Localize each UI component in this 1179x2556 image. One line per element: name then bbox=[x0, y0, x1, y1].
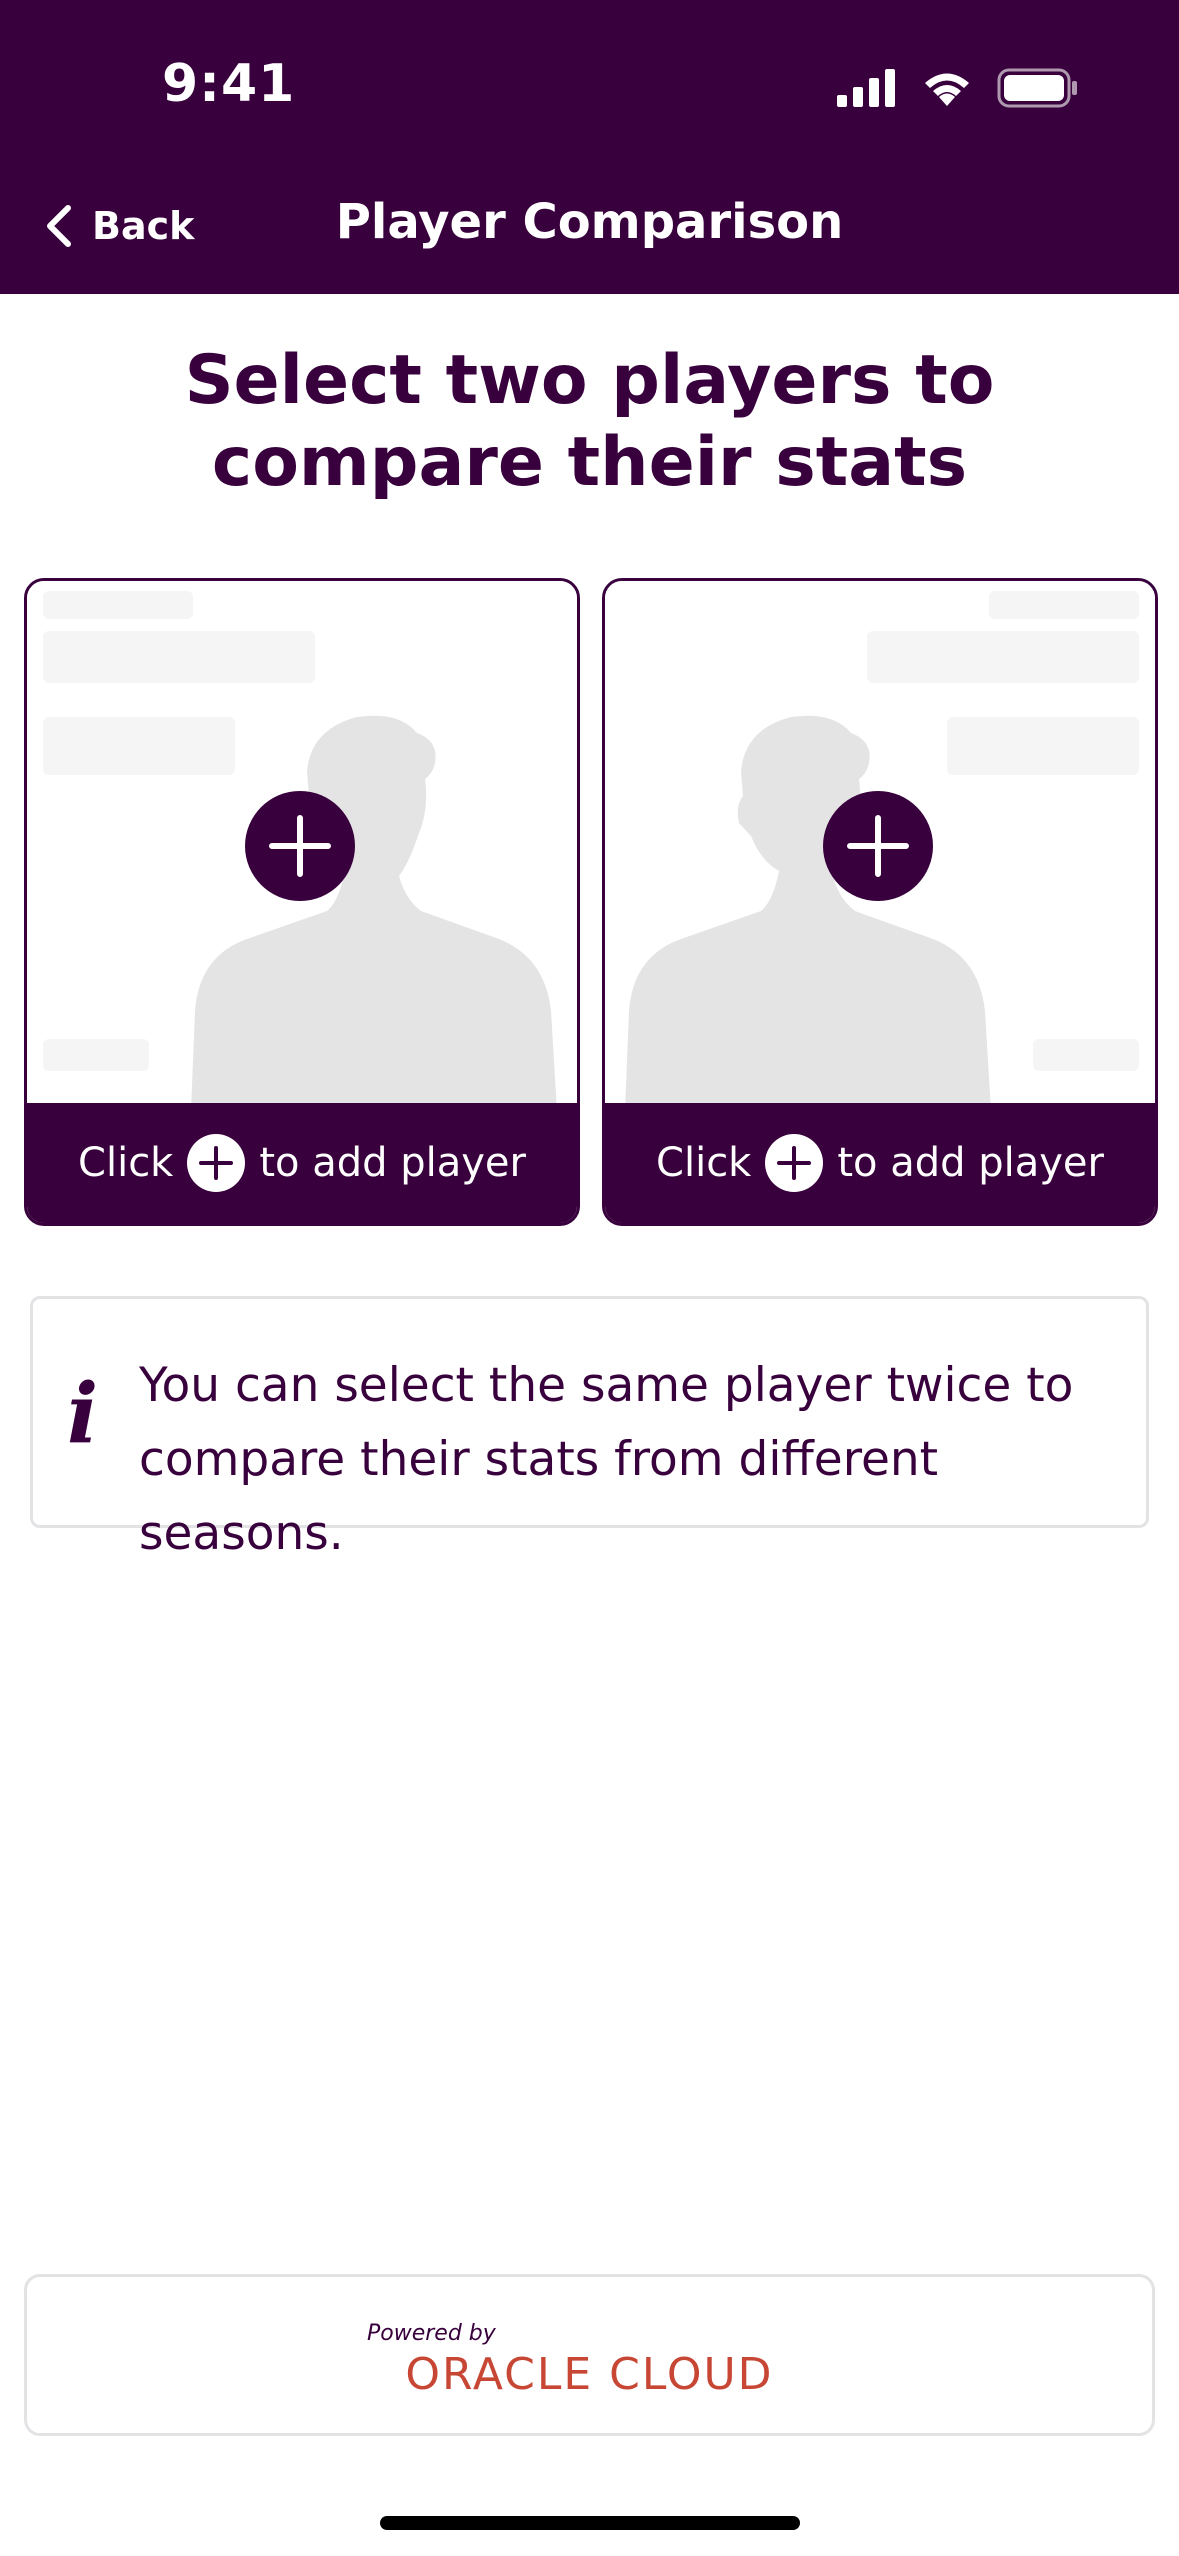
click-label: Click bbox=[78, 1140, 174, 1186]
app-header: 9:41 Back Player Comparison bbox=[0, 0, 1179, 294]
wifi-icon bbox=[925, 73, 969, 106]
skeleton-line bbox=[989, 591, 1139, 619]
player-comparison-screen: 9:41 Back Player Comparison Select two p… bbox=[0, 0, 1179, 2556]
page-title: Player Comparison bbox=[335, 194, 844, 250]
prompt-line-1: Select two players to bbox=[184, 341, 995, 420]
add-player-label: to add player bbox=[837, 1140, 1104, 1186]
slot-footer: Click to add player bbox=[605, 1103, 1155, 1223]
player-placeholder-image bbox=[605, 581, 1155, 1111]
status-icons bbox=[837, 64, 1079, 112]
player-slot-2[interactable]: Click to add player bbox=[602, 578, 1158, 1226]
plus-icon bbox=[847, 815, 909, 877]
add-player-button[interactable] bbox=[823, 791, 933, 901]
info-icon: i bbox=[67, 1366, 99, 1462]
skeleton-line bbox=[43, 631, 315, 683]
plus-circle-icon bbox=[187, 1134, 246, 1192]
add-player-button[interactable] bbox=[245, 791, 355, 901]
player-placeholder-image bbox=[27, 581, 577, 1111]
selection-prompt: Select two players to compare their stat… bbox=[0, 340, 1179, 504]
powered-by-label: Powered by bbox=[367, 2321, 496, 2346]
cellular-signal-icon bbox=[837, 69, 895, 107]
player-slot-1[interactable]: Click to add player bbox=[24, 578, 580, 1226]
plus-icon bbox=[269, 815, 331, 877]
oracle-cloud-logo: ORACLE CLOUD bbox=[405, 2349, 774, 2400]
prompt-line-2: compare their stats bbox=[211, 423, 968, 502]
skeleton-line bbox=[1033, 1039, 1139, 1071]
add-player-label: to add player bbox=[259, 1140, 526, 1186]
skeleton-line bbox=[43, 591, 193, 619]
info-box: i You can select the same player twice t… bbox=[30, 1296, 1149, 1561]
player-silhouette-icon bbox=[191, 715, 557, 1111]
home-indicator bbox=[380, 2516, 800, 2530]
battery-icon bbox=[997, 68, 1077, 108]
status-time: 9:41 bbox=[162, 54, 296, 114]
sponsor-banner[interactable]: Powered by ORACLE CLOUD bbox=[24, 2274, 1155, 2436]
click-label: Click bbox=[656, 1140, 752, 1186]
player-silhouette-icon bbox=[625, 715, 991, 1111]
plus-circle-icon bbox=[765, 1134, 824, 1192]
info-text: You can select the same player twice to … bbox=[139, 1358, 1074, 1561]
skeleton-line bbox=[867, 631, 1139, 683]
slot-footer: Click to add player bbox=[27, 1103, 577, 1223]
skeleton-line bbox=[43, 1039, 149, 1071]
